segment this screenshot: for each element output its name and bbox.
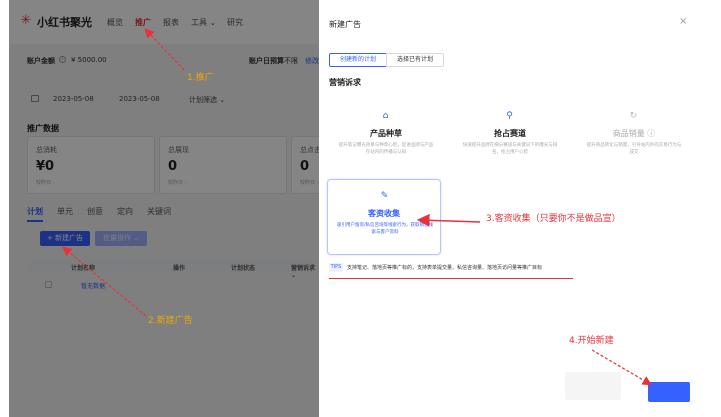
annotation-step2: 2.新建广告	[148, 316, 193, 326]
arrow-step4	[591, 349, 653, 386]
arrow-step1	[144, 28, 185, 71]
annotation-step1: 1.推广	[187, 73, 214, 83]
annotation-step4: 4.开始新建	[569, 336, 614, 346]
annotation-step3: 3.客资收集（只要你不是做品宣）	[486, 214, 621, 224]
arrow-step2	[62, 246, 147, 317]
annotation-arrows	[62, 28, 653, 386]
arrow-step3	[416, 213, 481, 227]
